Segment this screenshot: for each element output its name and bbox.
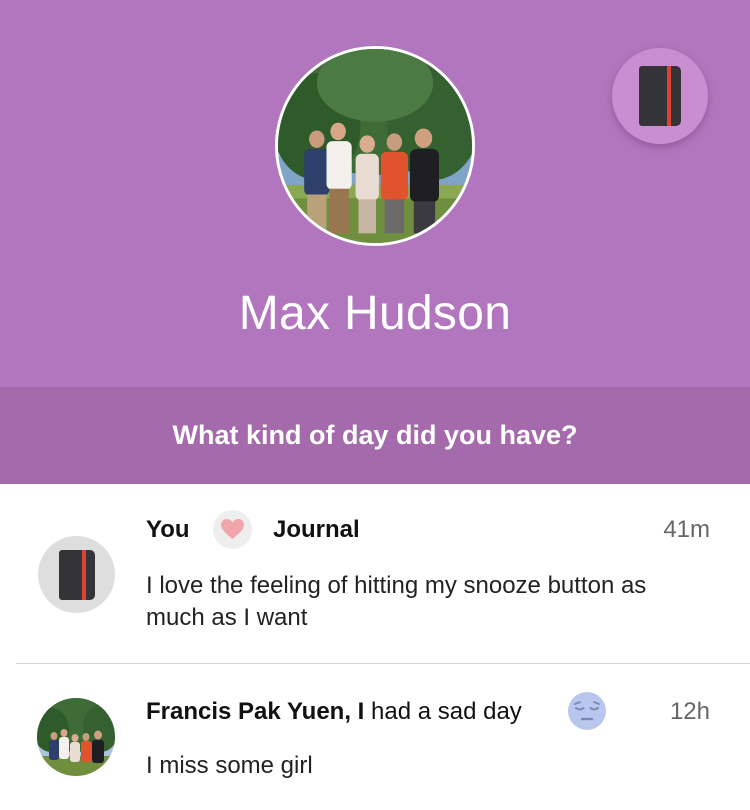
feed-item[interactable]: You Journal 41m I love the feeling of hi… — [0, 484, 750, 663]
mood-prompt-bar[interactable]: What kind of day did you have? — [0, 387, 750, 484]
feed-target: Journal — [273, 516, 360, 543]
journal-avatar — [38, 536, 115, 613]
feed-post-text: I love the feeling of hitting my snooze … — [146, 572, 647, 631]
feed-mood-text: had a sad day — [364, 698, 522, 725]
feed-timestamp: 12h — [669, 698, 710, 725]
feed-timestamp: 41m — [663, 516, 710, 543]
journal-notebook-icon — [59, 550, 95, 600]
group-photo-image — [37, 698, 115, 776]
feed-author: Francis Pak Yuen, I — [146, 698, 365, 725]
feed-author: You — [146, 516, 190, 543]
profile-header: Max Hudson — [0, 0, 750, 387]
profile-photo[interactable] — [275, 46, 475, 246]
profile-name: Max Hudson — [238, 287, 512, 340]
journal-notebook-icon — [639, 66, 681, 126]
journal-button[interactable] — [612, 48, 708, 144]
feed-item[interactable]: Francis Pak Yuen, I had a sad day 12h I … — [0, 664, 750, 810]
group-photo-image — [278, 49, 472, 243]
avatar[interactable] — [37, 698, 115, 776]
feed-byline: Francis Pak Yuen, I had a sad day — [146, 698, 522, 726]
sad-face-emoji — [567, 691, 607, 731]
heart-icon — [213, 510, 252, 549]
mood-prompt-text: What kind of day did you have? — [172, 420, 578, 450]
feed-post-text: I miss some girl — [146, 752, 313, 779]
